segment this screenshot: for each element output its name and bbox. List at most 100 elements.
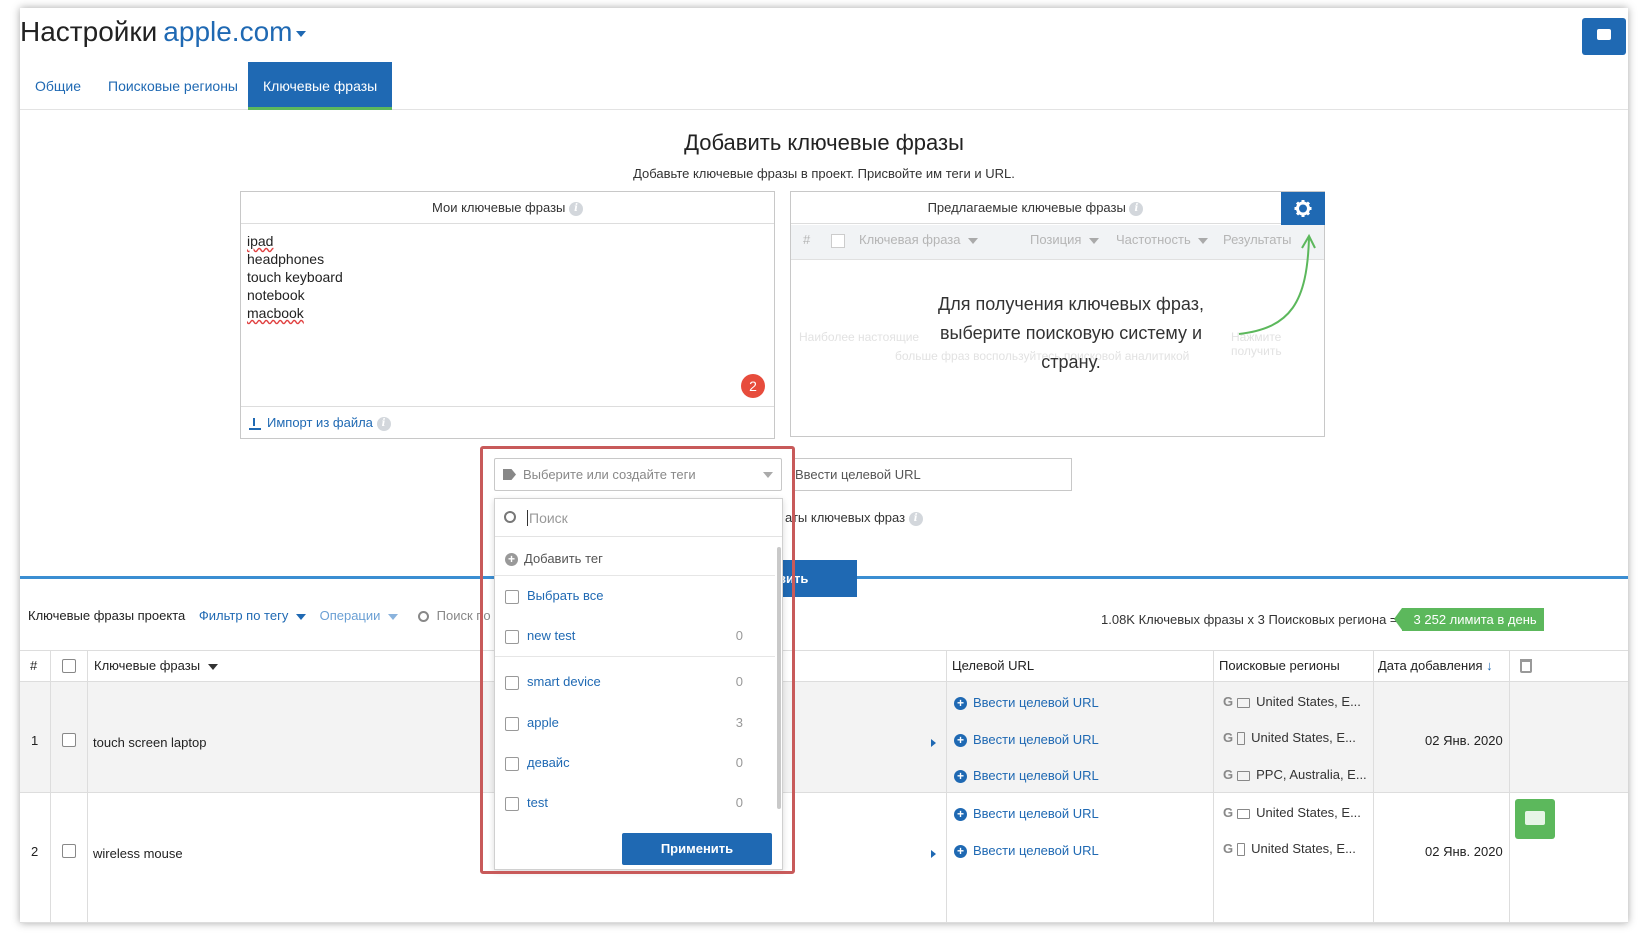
- table-row: 2 wireless mouse + Ввести целевой URL + Вв…: [20, 793, 1628, 923]
- keyword-line: notebook: [247, 287, 305, 303]
- keyword-line: headphones: [247, 251, 325, 267]
- google-icon: G: [1223, 841, 1234, 856]
- col-date-added[interactable]: Дата добавления ↓: [1378, 651, 1493, 681]
- column-divider: [87, 650, 88, 923]
- col-num: #: [30, 658, 38, 673]
- faint-hint: Наиболее настоящие: [799, 330, 920, 344]
- tab-keywords[interactable]: Ключевые фразы: [248, 62, 393, 110]
- date-added: 02 Янв. 2020: [1425, 844, 1503, 859]
- row-checkbox[interactable]: [62, 844, 76, 858]
- tab-general[interactable]: Общие: [35, 62, 81, 110]
- select-all-checkbox[interactable]: [831, 234, 845, 248]
- keywords-textarea[interactable]: ipad headphones touch keyboard notebook …: [241, 224, 774, 330]
- row-keyword: wireless mouse: [93, 846, 183, 861]
- add-keywords-subtitle: Добавьте ключевые фразы в проект. Присво…: [633, 166, 1015, 181]
- target-url-link[interactable]: + Ввести целевой URL: [954, 695, 1099, 711]
- keyword-line: ipad: [247, 233, 274, 249]
- page-title: Настройки apple.com: [20, 16, 307, 48]
- target-url-link[interactable]: + Ввести целевой URL: [954, 806, 1099, 822]
- region-item: G United States, E...: [1223, 805, 1361, 820]
- import-from-file-link[interactable]: Импорт из файла i: [241, 406, 774, 438]
- row-keyword: touch screen laptop: [93, 735, 207, 750]
- project-keywords-toolbar: Ключевые фразы проекта Фильтр по тегу Оп…: [28, 608, 491, 623]
- trash-icon[interactable]: [1520, 659, 1532, 673]
- col-volume[interactable]: Частотность: [1116, 225, 1209, 255]
- region-item: G PPC, Australia, E...: [1223, 767, 1367, 782]
- col-target-url: Целевой URL: [952, 658, 1035, 673]
- limits-badge: 3 252 лимита в день: [1393, 608, 1544, 631]
- google-icon: G: [1223, 805, 1234, 820]
- info-icon[interactable]: i: [376, 416, 391, 431]
- row-number: 1: [31, 733, 39, 748]
- chevron-down-icon: [295, 613, 306, 620]
- limits-summary: 1.08K Ключевых фразы x 3 Поисковых регио…: [1101, 608, 1544, 631]
- col-position[interactable]: Позиция: [1030, 225, 1100, 255]
- row-number: 2: [31, 844, 39, 859]
- target-url-link[interactable]: + Ввести целевой URL: [954, 732, 1099, 748]
- filter-by-tag-dropdown[interactable]: Фильтр по тегу: [199, 608, 306, 623]
- column-divider: [1509, 650, 1510, 923]
- suggested-tip: Для получения ключевых фраз, выберите по…: [938, 294, 1204, 372]
- download-icon: [249, 417, 261, 430]
- plus-icon: +: [954, 808, 967, 822]
- google-icon: G: [1223, 730, 1234, 745]
- chat-button[interactable]: [1582, 18, 1626, 55]
- mobile-icon: [1237, 732, 1246, 746]
- column-divider: [946, 650, 947, 923]
- gear-icon: [1294, 200, 1312, 217]
- target-url-link[interactable]: + Ввести целевой URL: [954, 843, 1099, 859]
- sort-icon: [1089, 237, 1100, 244]
- chevron-down-icon: [296, 30, 307, 37]
- plus-icon: +: [954, 697, 967, 711]
- desktop-icon: [1237, 697, 1251, 708]
- chat-icon: [1597, 29, 1611, 40]
- col-keyword[interactable]: Ключевые фразы: [94, 651, 218, 681]
- plus-icon: +: [954, 845, 967, 859]
- settings-gear-button[interactable]: [1281, 192, 1325, 225]
- sort-icon: [207, 663, 218, 670]
- info-icon[interactable]: i: [908, 511, 923, 526]
- plus-icon: +: [954, 734, 967, 748]
- domain-selector[interactable]: apple.com: [163, 16, 307, 47]
- region-item: G United States, E...: [1223, 841, 1356, 857]
- toolbar-title: Ключевые фразы проекта: [28, 608, 186, 623]
- plus-icon: +: [954, 770, 967, 784]
- google-icon: G: [1223, 767, 1234, 782]
- select-all-checkbox[interactable]: [62, 659, 76, 673]
- date-added: 02 Янв. 2020: [1425, 733, 1503, 748]
- info-icon[interactable]: i: [569, 201, 583, 216]
- keyword-line: touch keyboard: [247, 269, 343, 285]
- arrow-annotation-icon: [1238, 233, 1316, 335]
- col-keyword[interactable]: Ключевая фраза: [859, 225, 979, 255]
- row-checkbox[interactable]: [62, 733, 76, 747]
- col-num: #: [803, 232, 811, 247]
- desktop-icon: [1237, 770, 1251, 781]
- sort-icon: [968, 237, 979, 244]
- column-divider: [1373, 650, 1374, 923]
- info-icon[interactable]: i: [1129, 201, 1144, 216]
- google-icon: G: [1223, 694, 1234, 709]
- sort-icon: [1198, 237, 1209, 244]
- target-url-input[interactable]: Ввести целевой URL: [792, 458, 1072, 491]
- support-chat-button[interactable]: [1515, 799, 1555, 839]
- keyword-line: macbook: [247, 305, 304, 321]
- desktop-icon: [1237, 808, 1251, 819]
- highlight-frame: [480, 446, 795, 874]
- region-item: G United States, E...: [1223, 694, 1361, 709]
- add-keywords-heading: Добавить ключевые фразы: [684, 130, 964, 155]
- operations-dropdown[interactable]: Операции: [320, 608, 399, 623]
- counter-badge: 2: [741, 374, 765, 398]
- column-divider: [1213, 650, 1214, 923]
- table-row: 1 touch screen laptop + Ввести целевой UR…: [20, 682, 1628, 793]
- target-url-link[interactable]: + Ввести целевой URL: [954, 768, 1099, 784]
- app-window: Настройки apple.com Общие Поисковые регио…: [20, 8, 1628, 923]
- keywords-table-header: # Ключевые фразы Целевой URL Поисковые р…: [20, 650, 1628, 682]
- expand-arrow-icon[interactable]: [931, 739, 936, 747]
- region-item: G United States, E...: [1223, 730, 1356, 746]
- my-keywords-header: Мои ключевые фразы i: [241, 192, 774, 224]
- search-icon: [417, 611, 429, 623]
- settings-tabs: Общие Поисковые регионы Ключевые фразы: [20, 62, 1628, 110]
- mobile-icon: [1237, 843, 1246, 857]
- tab-search-regions[interactable]: Поисковые регионы: [108, 62, 238, 110]
- expand-arrow-icon[interactable]: [931, 850, 936, 858]
